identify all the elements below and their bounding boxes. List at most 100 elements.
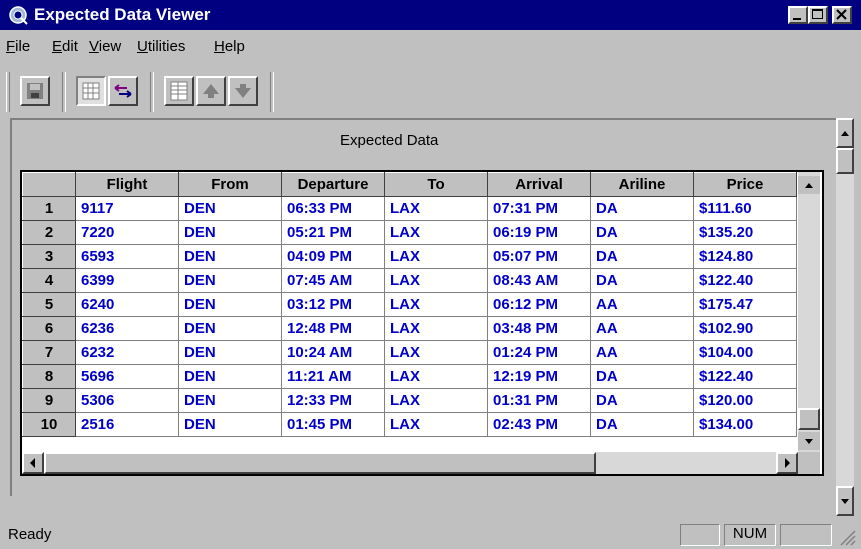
column-header-price[interactable]: Price: [693, 172, 797, 197]
cell-departure[interactable]: 04:09 PM: [281, 244, 385, 269]
cell-airline[interactable]: DA: [590, 364, 694, 389]
cell-to[interactable]: LAX: [384, 340, 488, 365]
data-grid[interactable]: Flight From Departure To Arrival Ariline…: [20, 170, 824, 476]
cell-arrival[interactable]: 01:24 PM: [487, 340, 591, 365]
menu-edit[interactable]: Edit: [52, 38, 78, 55]
cell-flight[interactable]: 5306: [75, 388, 179, 413]
cell-arrival[interactable]: 05:07 PM: [487, 244, 591, 269]
cell-airline[interactable]: DA: [590, 412, 694, 437]
grid-scroll-down-button[interactable]: [798, 432, 820, 450]
cell-to[interactable]: LAX: [384, 292, 488, 317]
cell-departure[interactable]: 07:45 AM: [281, 268, 385, 293]
cell-airline[interactable]: AA: [590, 340, 694, 365]
cell-flight[interactable]: 6232: [75, 340, 179, 365]
cell-to[interactable]: LAX: [384, 412, 488, 437]
cell-to[interactable]: LAX: [384, 220, 488, 245]
cell-price[interactable]: $111.60: [693, 196, 797, 221]
cell-arrival[interactable]: 08:43 AM: [487, 268, 591, 293]
swap-button[interactable]: [108, 76, 138, 106]
cell-to[interactable]: LAX: [384, 244, 488, 269]
cell-price[interactable]: $134.00: [693, 412, 797, 437]
cell-arrival[interactable]: 12:19 PM: [487, 364, 591, 389]
cell-from[interactable]: DEN: [178, 220, 282, 245]
row-header[interactable]: 2: [22, 220, 76, 245]
row-header[interactable]: 10: [22, 412, 76, 437]
grid-scroll-right-button[interactable]: [776, 452, 798, 474]
close-button[interactable]: [832, 6, 852, 24]
outer-scroll-up-button[interactable]: [836, 118, 854, 148]
cell-price[interactable]: $122.40: [693, 364, 797, 389]
move-up-button[interactable]: [196, 76, 226, 106]
grid-horizontal-scrollbar[interactable]: [22, 452, 798, 474]
grid-scroll-left-button[interactable]: [22, 452, 44, 474]
table-row[interactable]: 6 6236 DEN 12:48 PM LAX 03:48 PM AA $102.90: [22, 316, 797, 341]
cell-flight[interactable]: 5696: [75, 364, 179, 389]
table-row[interactable]: 9 5306 DEN 12:33 PM LAX 01:31 PM DA $120.00: [22, 388, 797, 413]
column-header-departure[interactable]: Departure: [281, 172, 385, 197]
cell-airline[interactable]: DA: [590, 220, 694, 245]
cell-price[interactable]: $124.80: [693, 244, 797, 269]
row-header[interactable]: 6: [22, 316, 76, 341]
cell-arrival[interactable]: 02:43 PM: [487, 412, 591, 437]
cell-departure[interactable]: 10:24 AM: [281, 340, 385, 365]
cell-price[interactable]: $135.20: [693, 220, 797, 245]
title-bar[interactable]: Expected Data Viewer: [0, 0, 861, 30]
cell-to[interactable]: LAX: [384, 364, 488, 389]
table-row[interactable]: 7 6232 DEN 10:24 AM LAX 01:24 PM AA $104.00: [22, 340, 797, 365]
cell-to[interactable]: LAX: [384, 316, 488, 341]
minimize-button[interactable]: [788, 6, 808, 24]
cell-flight[interactable]: 6593: [75, 244, 179, 269]
cell-flight[interactable]: 6236: [75, 316, 179, 341]
cell-departure[interactable]: 01:45 PM: [281, 412, 385, 437]
table-row[interactable]: 3 6593 DEN 04:09 PM LAX 05:07 PM DA $124.80: [22, 244, 797, 269]
cell-departure[interactable]: 11:21 AM: [281, 364, 385, 389]
cell-to[interactable]: LAX: [384, 388, 488, 413]
table-row[interactable]: 5 6240 DEN 03:12 PM LAX 06:12 PM AA $175.47: [22, 292, 797, 317]
outer-scroll-down-button[interactable]: [836, 486, 854, 516]
cell-departure[interactable]: 03:12 PM: [281, 292, 385, 317]
grid-scroll-up-button[interactable]: [798, 176, 820, 194]
grid-vertical-scrollbar[interactable]: [798, 172, 820, 452]
cell-airline[interactable]: DA: [590, 196, 694, 221]
cell-price[interactable]: $122.40: [693, 268, 797, 293]
row-header[interactable]: 5: [22, 292, 76, 317]
cell-airline[interactable]: DA: [590, 268, 694, 293]
menu-utilities[interactable]: Utilities: [137, 38, 185, 55]
cell-airline[interactable]: DA: [590, 388, 694, 413]
row-header[interactable]: 8: [22, 364, 76, 389]
cell-price[interactable]: $102.90: [693, 316, 797, 341]
column-header-to[interactable]: To: [384, 172, 488, 197]
cell-from[interactable]: DEN: [178, 388, 282, 413]
cell-from[interactable]: DEN: [178, 268, 282, 293]
cell-flight[interactable]: 7220: [75, 220, 179, 245]
row-header[interactable]: 7: [22, 340, 76, 365]
column-header-from[interactable]: From: [178, 172, 282, 197]
cell-flight[interactable]: 6399: [75, 268, 179, 293]
outer-scroll-thumb[interactable]: [836, 148, 854, 174]
row-header[interactable]: 3: [22, 244, 76, 269]
cell-to[interactable]: LAX: [384, 268, 488, 293]
menu-view[interactable]: View: [89, 38, 121, 55]
move-down-button[interactable]: [228, 76, 258, 106]
cell-airline[interactable]: DA: [590, 244, 694, 269]
resize-grip-icon[interactable]: [838, 528, 856, 546]
cell-from[interactable]: DEN: [178, 412, 282, 437]
cell-flight[interactable]: 2516: [75, 412, 179, 437]
row-header[interactable]: 4: [22, 268, 76, 293]
column-header-flight[interactable]: Flight: [75, 172, 179, 197]
column-header-airline[interactable]: Ariline: [590, 172, 694, 197]
save-button[interactable]: [20, 76, 50, 106]
outer-vertical-scrollbar[interactable]: [836, 118, 854, 516]
cell-arrival[interactable]: 03:48 PM: [487, 316, 591, 341]
grid-scroll-thumb[interactable]: [798, 408, 820, 430]
cell-from[interactable]: DEN: [178, 340, 282, 365]
row-header[interactable]: 1: [22, 196, 76, 221]
table-row[interactable]: 2 7220 DEN 05:21 PM LAX 06:19 PM DA $135.20: [22, 220, 797, 245]
cell-price[interactable]: $120.00: [693, 388, 797, 413]
cell-from[interactable]: DEN: [178, 196, 282, 221]
cell-departure[interactable]: 06:33 PM: [281, 196, 385, 221]
cell-departure[interactable]: 05:21 PM: [281, 220, 385, 245]
table-row[interactable]: 4 6399 DEN 07:45 AM LAX 08:43 AM DA $122.40: [22, 268, 797, 293]
cell-from[interactable]: DEN: [178, 316, 282, 341]
grid-view-button[interactable]: [76, 76, 106, 106]
